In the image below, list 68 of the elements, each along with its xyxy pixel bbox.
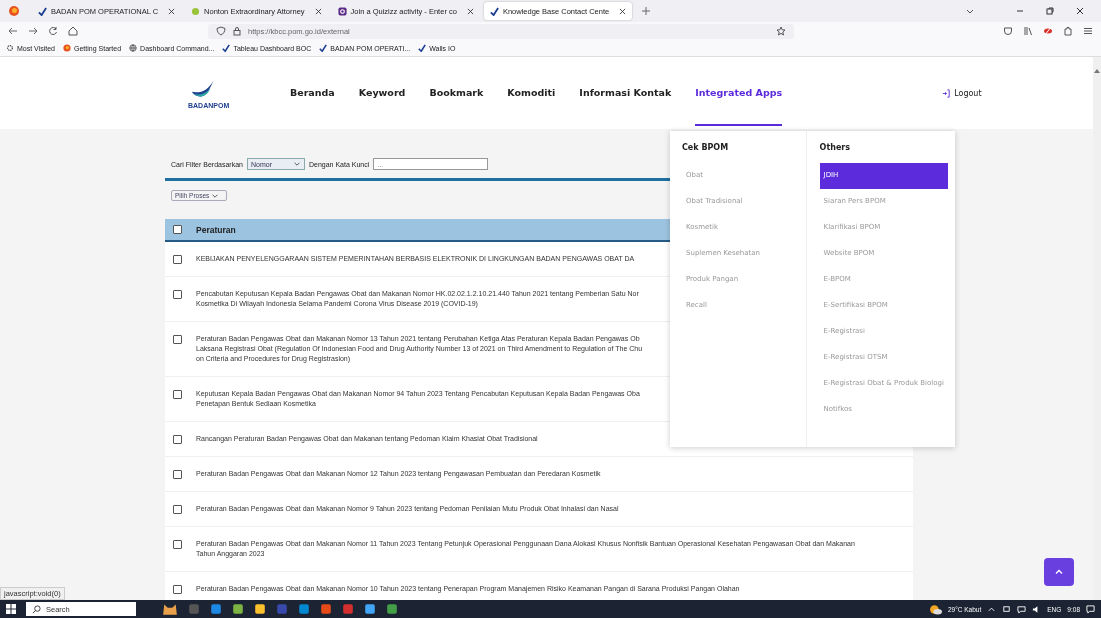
reload-icon[interactable] [48, 26, 58, 36]
checkbox[interactable] [173, 470, 182, 479]
checkbox[interactable] [173, 585, 182, 594]
firefox-icon [63, 44, 71, 52]
taskbar-app-icon[interactable] [386, 603, 398, 615]
menu-icon[interactable] [1083, 26, 1093, 36]
close-icon[interactable] [1075, 6, 1085, 16]
taskbar-app-icon[interactable] [298, 603, 310, 615]
lock-icon [232, 26, 242, 36]
globe-icon [129, 44, 138, 52]
taskbar-app-icon[interactable] [364, 603, 376, 615]
back-arrow-icon[interactable] [8, 26, 18, 36]
checkmark-icon [319, 44, 328, 52]
extensions-icon[interactable] [1063, 26, 1073, 36]
checkbox[interactable] [173, 335, 182, 344]
logout-link[interactable]: Logout [942, 88, 982, 98]
menu-heading: Others [819, 143, 852, 154]
taskbar-app-icon[interactable] [210, 603, 222, 615]
star-icon[interactable] [776, 26, 786, 36]
notification-icon[interactable] [1086, 604, 1095, 614]
home-icon[interactable] [68, 26, 78, 36]
taskbar-app-icon[interactable] [254, 603, 266, 615]
quiz-icon [337, 6, 347, 16]
pocket-icon[interactable] [1003, 26, 1013, 36]
new-tab-icon[interactable] [642, 7, 651, 15]
chevron-down-icon [292, 160, 301, 168]
checkbox[interactable] [173, 505, 182, 514]
nav-link[interactable]: Beranda [290, 60, 335, 126]
close-icon[interactable] [314, 7, 322, 15]
library-icon[interactable] [1023, 26, 1033, 36]
scroll-to-top-button[interactable] [1044, 558, 1074, 586]
forward-arrow-icon[interactable] [28, 26, 38, 36]
nav-link[interactable]: Komoditi [507, 60, 556, 126]
close-icon[interactable] [619, 7, 627, 15]
scroll-up-icon[interactable] [1093, 67, 1101, 75]
firefox-icon[interactable] [8, 5, 20, 17]
gear-icon [6, 44, 14, 52]
checkbox[interactable] [173, 255, 182, 264]
taskbar-app-icon[interactable] [320, 603, 332, 615]
search-icon [32, 604, 41, 614]
checkmark-icon [489, 6, 499, 16]
checkmark-icon [222, 44, 231, 52]
nav-link[interactable]: Informasi Kontak [579, 60, 672, 126]
column-header: Peraturan [196, 224, 236, 235]
restore-icon[interactable] [1045, 6, 1055, 16]
nav-link[interactable]: Bookmark [429, 60, 484, 126]
checkbox[interactable] [173, 540, 182, 549]
shield-icon [216, 26, 226, 36]
checkbox[interactable] [173, 435, 182, 444]
nav-link[interactable]: Keyword [358, 60, 406, 126]
chat-icon[interactable] [1017, 604, 1027, 614]
checkbox[interactable] [173, 390, 182, 399]
close-icon[interactable] [168, 7, 176, 15]
weather-icon[interactable] [928, 603, 942, 615]
nav-link[interactable]: Integrated Apps [695, 60, 783, 126]
checkmark-icon [38, 6, 47, 16]
logout-icon [942, 88, 952, 98]
menu-heading: Cek BPOM [682, 143, 730, 154]
eye-slash-icon[interactable] [1043, 26, 1053, 36]
close-icon[interactable] [466, 7, 474, 15]
checkbox[interactable] [173, 290, 182, 299]
cat-icon[interactable] [162, 602, 178, 616]
chevron-up-icon [1054, 567, 1064, 577]
checkmark-icon [418, 44, 427, 52]
checkbox[interactable] [173, 225, 182, 234]
windows-start-icon[interactable] [6, 604, 16, 614]
leaf-icon [191, 6, 201, 16]
taskbar-app-icon[interactable] [232, 603, 244, 615]
